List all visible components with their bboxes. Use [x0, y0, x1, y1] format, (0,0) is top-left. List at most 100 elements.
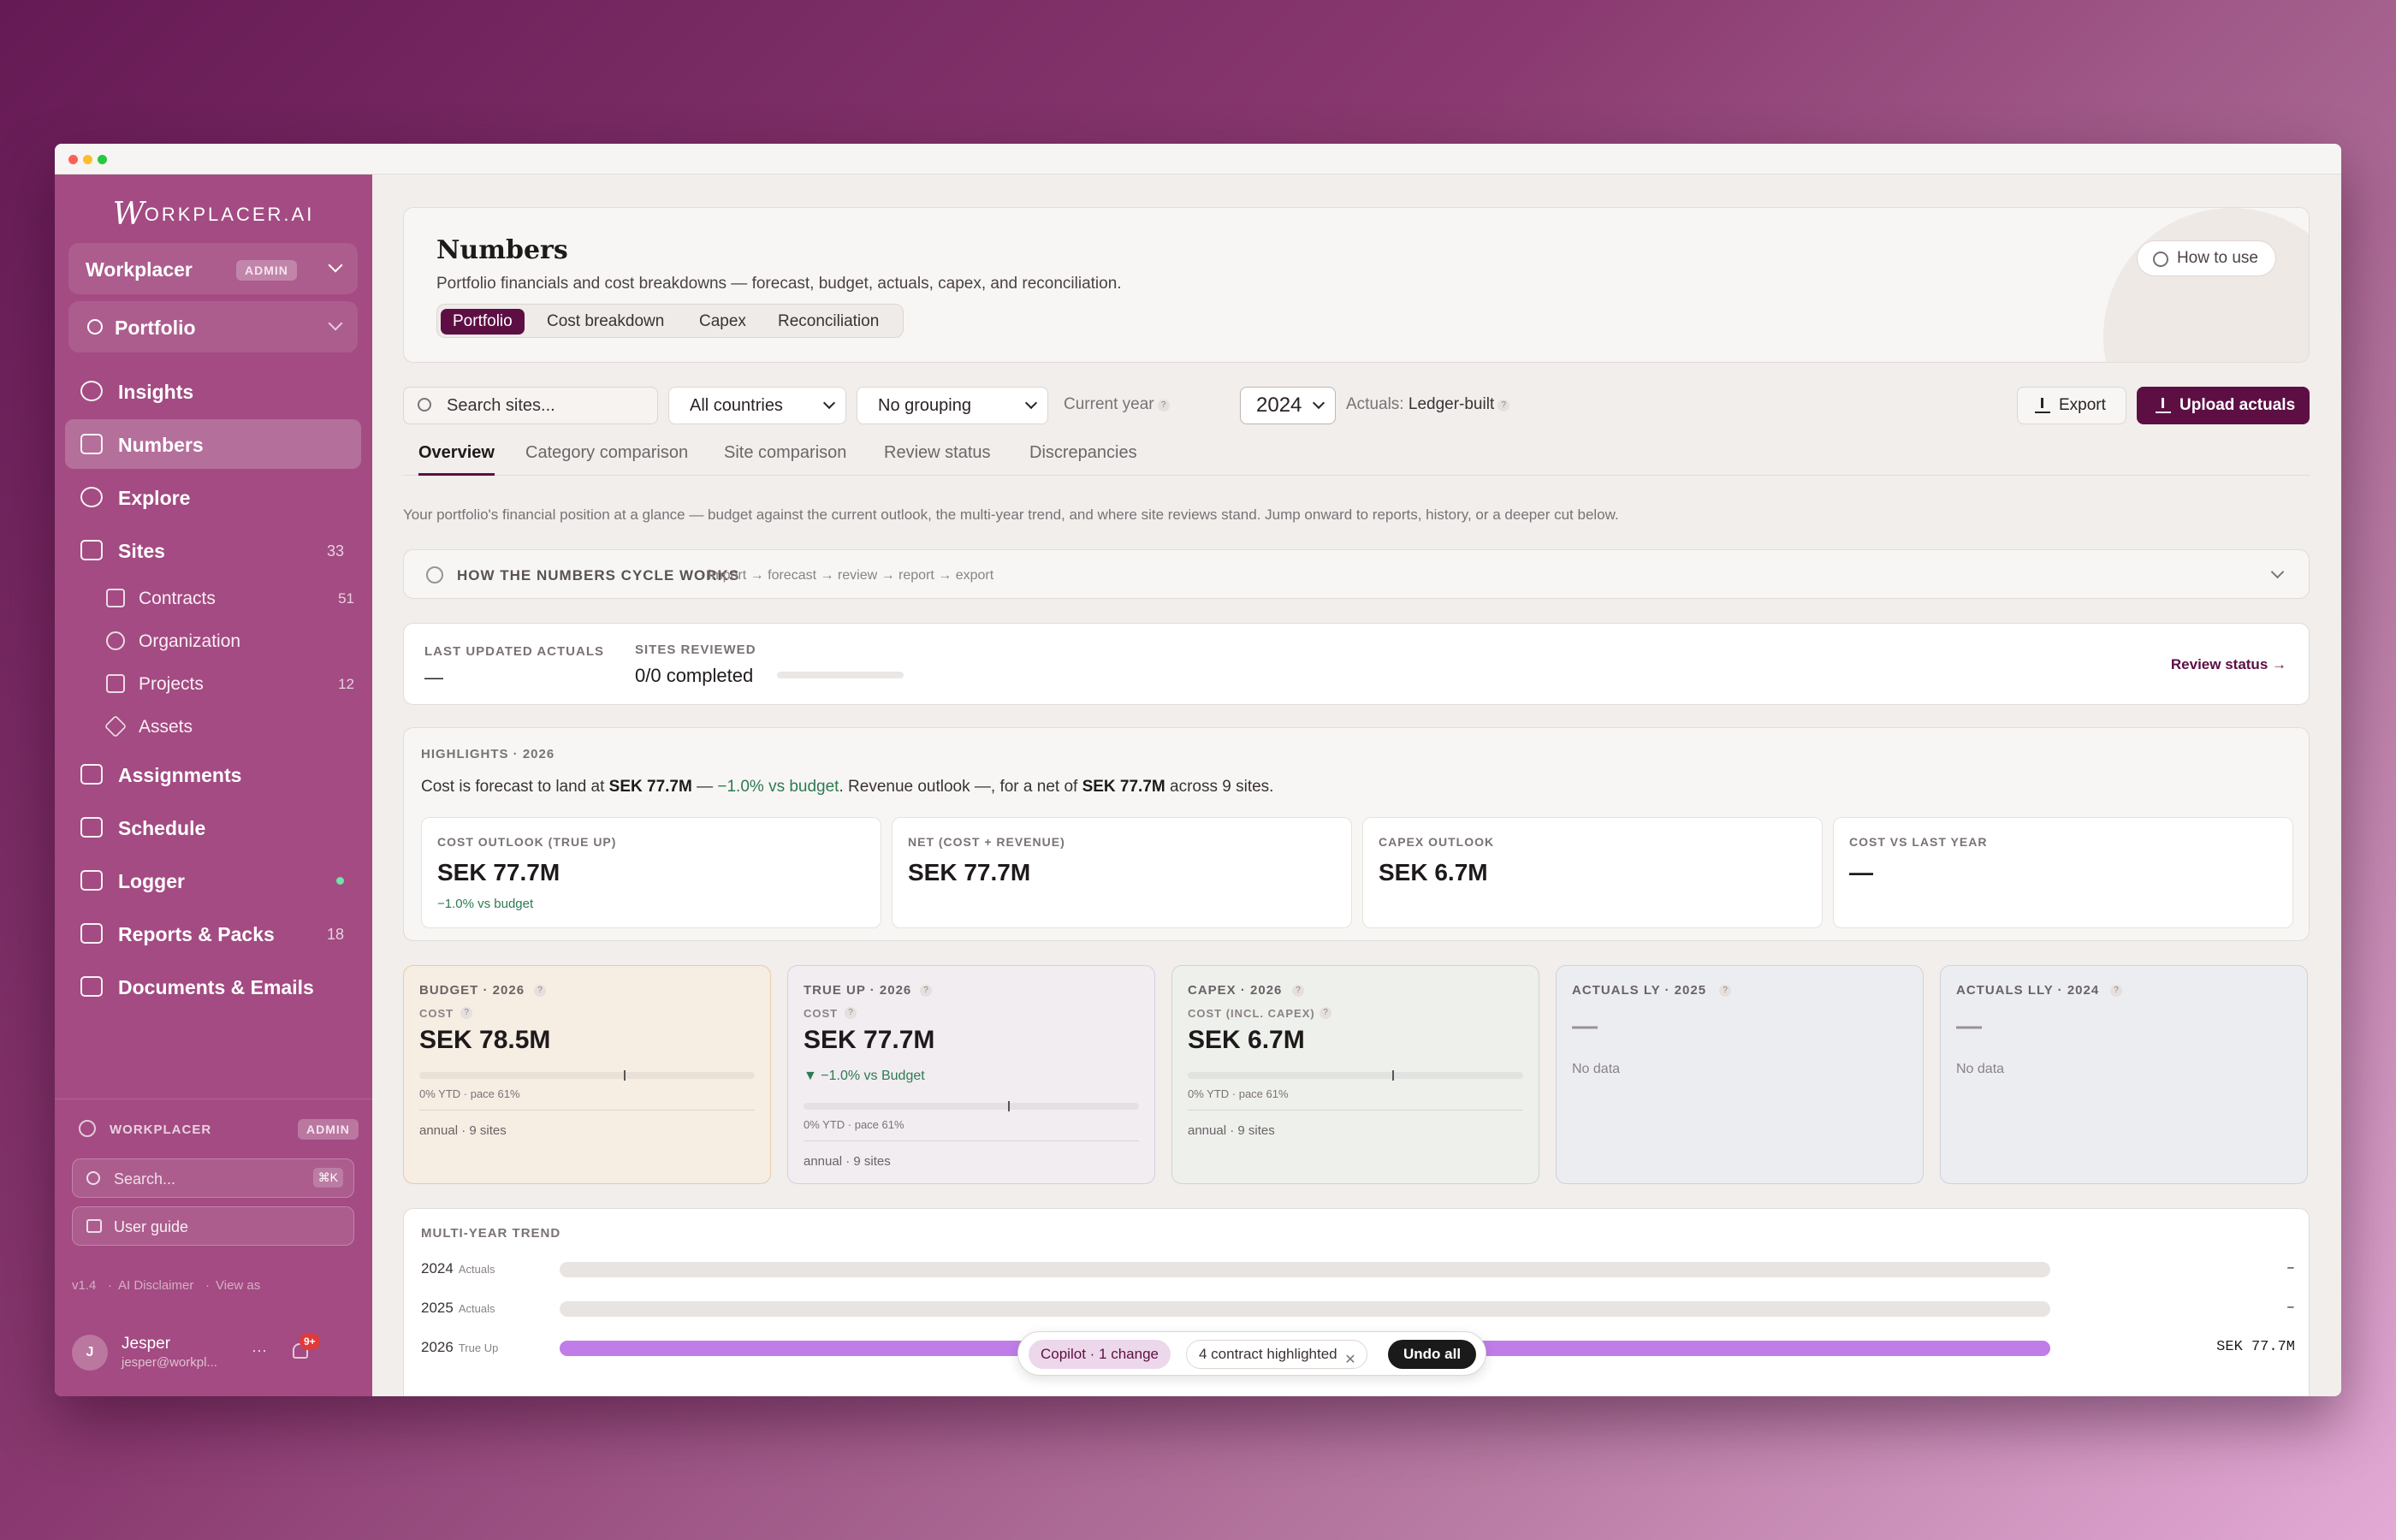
maximize-window-icon[interactable]: [98, 155, 107, 164]
more-icon[interactable]: ···: [252, 1342, 267, 1359]
tab-overview[interactable]: Overview: [418, 443, 495, 476]
bar-chart-icon: [80, 434, 103, 454]
review-status-link[interactable]: Review status →: [2171, 656, 2286, 673]
sidebar-item-assignments[interactable]: Assignments: [65, 749, 361, 799]
numbers-cycle-accordion[interactable]: HOW THE NUMBERS CYCLE WORKS · import → f…: [403, 549, 2310, 599]
cycle-steps: · import → forecast → review → report → …: [700, 568, 994, 583]
search-icon: [418, 398, 431, 412]
search-icon: [86, 1171, 100, 1185]
tab-portfolio[interactable]: Portfolio: [441, 309, 525, 335]
minimize-window-icon[interactable]: [83, 155, 92, 164]
sidebar-item-projects[interactable]: Projects 12: [106, 664, 361, 703]
cost-vs-last-year-card[interactable]: COST VS LAST YEAR —: [1833, 817, 2293, 928]
tab-site-comparison[interactable]: Site comparison: [724, 443, 846, 463]
capex-outlook-card[interactable]: CAPEX OUTLOOK SEK 6.7M: [1362, 817, 1823, 928]
gear-icon: [79, 1120, 96, 1137]
sidebar-search[interactable]: Search... ⌘K: [72, 1158, 354, 1198]
net-card[interactable]: NET (COST + REVENUE) SEK 77.7M: [892, 817, 1352, 928]
help-icon: ?: [1719, 985, 1731, 997]
review-status-card: LAST UPDATED ACTUALS — SITES REVIEWED 0/…: [403, 623, 2310, 705]
country-select[interactable]: All countries: [668, 387, 846, 424]
highlights-card: HIGHLIGHTS · 2026 Cost is forecast to la…: [403, 727, 2310, 941]
sidebar-item-sites[interactable]: Sites 33: [65, 525, 361, 575]
sidebar-item-documents[interactable]: Documents & Emails: [65, 962, 361, 1011]
sidebar: WORKPLACER.AI Workplacer ADMIN Portfolio…: [55, 175, 372, 1396]
clipboard-icon: [80, 870, 103, 891]
upload-actuals-button[interactable]: Upload actuals: [2137, 387, 2310, 424]
tab-discrepancies[interactable]: Discrepancies: [1029, 443, 1137, 463]
help-icon: ?: [920, 985, 932, 997]
undo-all-button[interactable]: Undo all: [1388, 1340, 1477, 1369]
actuals-source: Actuals: Ledger-built?: [1346, 395, 1510, 414]
org-settings[interactable]: WORKPLACER ADMIN: [72, 1117, 359, 1141]
help-icon: ?: [1320, 1007, 1331, 1019]
true-up-kpi-card[interactable]: TRUE UP · 2026? COST? SEK 77.7M ▼ −1.0% …: [787, 965, 1155, 1184]
sidebar-item-reports[interactable]: Reports & Packs 18: [65, 909, 361, 958]
sidebar-item-organization[interactable]: Organization: [106, 621, 361, 660]
site-search-input[interactable]: Search sites...: [403, 387, 658, 424]
export-button[interactable]: Export: [2017, 387, 2126, 424]
inbox-icon: [80, 764, 103, 785]
sidebar-item-explore[interactable]: Explore: [65, 472, 361, 522]
section-switcher: Portfolio Cost breakdown Capex Reconcili…: [436, 304, 904, 338]
chevron-down-icon: [328, 316, 343, 331]
sidebar-item-assets[interactable]: Assets: [104, 707, 361, 746]
variance-label: ▼ −1.0% vs Budget: [804, 1069, 925, 1083]
workspace-switcher[interactable]: Workplacer ADMIN: [68, 243, 358, 294]
logger-active-dot: [336, 877, 344, 885]
shortcut-hint: ⌘K: [312, 1168, 343, 1188]
highlight-chip[interactable]: 4 contract highlighted ✕: [1186, 1340, 1367, 1369]
trend-row: 2024 Actuals –: [421, 1260, 2295, 1277]
close-window-icon[interactable]: [68, 155, 78, 164]
sidebar-item-schedule[interactable]: Schedule: [65, 803, 361, 852]
grouping-select[interactable]: No grouping: [857, 387, 1048, 424]
sidebar-item-contracts[interactable]: Contracts 51: [106, 578, 361, 618]
tab-capex[interactable]: Capex: [687, 309, 758, 335]
sites-reviewed-label: SITES REVIEWED: [635, 643, 756, 657]
trend-row: 2025 Actuals –: [421, 1300, 2295, 1317]
overview-tabs: Overview Category comparison Site compar…: [403, 431, 2310, 476]
sidebar-item-numbers[interactable]: Numbers: [65, 419, 361, 469]
sidebar-item-insights[interactable]: Insights: [65, 366, 361, 416]
capex-kpi-card[interactable]: CAPEX · 2026? COST (INCL. CAPEX)? SEK 6.…: [1171, 965, 1539, 1184]
chevron-down-icon: [1312, 396, 1326, 410]
actuals-ly-kpi-card[interactable]: ACTUALS LY · 2025? — No data: [1556, 965, 1924, 1184]
trend-label: MULTI-YEAR TREND: [421, 1226, 561, 1241]
help-icon: ?: [1157, 400, 1170, 412]
actuals-lly-kpi-card[interactable]: ACTUALS LLY · 2024? — No data: [1940, 965, 2308, 1184]
view-as-link[interactable]: View as: [216, 1278, 260, 1293]
compass-icon: [80, 487, 103, 507]
budget-kpi-card[interactable]: BUDGET · 2026? COST? SEK 78.5M 0% YTD · …: [403, 965, 771, 1184]
year-select[interactable]: 2024: [1240, 387, 1336, 424]
close-icon[interactable]: ✕: [1344, 1347, 1355, 1374]
user-email: jesper@workpl...: [122, 1355, 217, 1370]
tab-reconciliation[interactable]: Reconciliation: [766, 309, 891, 335]
how-to-use-button[interactable]: How to use: [2136, 240, 2276, 276]
chevron-down-icon: [822, 396, 836, 410]
version-label: v1.4: [72, 1278, 97, 1293]
sites-reviewed-value: 0/0 completed: [635, 665, 754, 686]
pace-bar: [1188, 1070, 1523, 1081]
cube-icon: [104, 714, 128, 738]
portfolio-switcher[interactable]: Portfolio: [68, 301, 358, 352]
tab-category-comparison[interactable]: Category comparison: [525, 443, 688, 463]
help-icon: [426, 566, 443, 583]
user-guide-button[interactable]: User guide: [72, 1206, 354, 1246]
tab-review-status[interactable]: Review status: [884, 443, 991, 463]
sites-count: 33: [326, 542, 344, 560]
chevron-down-icon: [328, 258, 343, 273]
copilot-changes-chip[interactable]: Copilot · 1 change: [1029, 1340, 1171, 1369]
folder-icon: [106, 674, 125, 693]
ai-disclaimer-link[interactable]: AI Disclaimer: [118, 1278, 193, 1293]
help-icon: ?: [534, 985, 546, 997]
building-icon: [80, 540, 103, 560]
user-profile[interactable]: J Jesper jesper@workpl... ··· 9+: [72, 1331, 354, 1374]
pace-bar: [419, 1070, 755, 1081]
tab-cost-breakdown[interactable]: Cost breakdown: [535, 309, 676, 335]
copilot-bar: Copilot · 1 change 4 contract highlighte…: [1017, 1331, 1486, 1376]
page-header: Numbers Portfolio financials and cost br…: [403, 207, 2310, 363]
sidebar-item-logger[interactable]: Logger: [65, 856, 361, 905]
app-logo[interactable]: WORKPLACER.AI: [55, 197, 372, 232]
chevron-down-icon: [2270, 565, 2285, 579]
cost-outlook-card[interactable]: COST OUTLOOK (TRUE UP) SEK 77.7M −1.0% vs …: [421, 817, 881, 928]
